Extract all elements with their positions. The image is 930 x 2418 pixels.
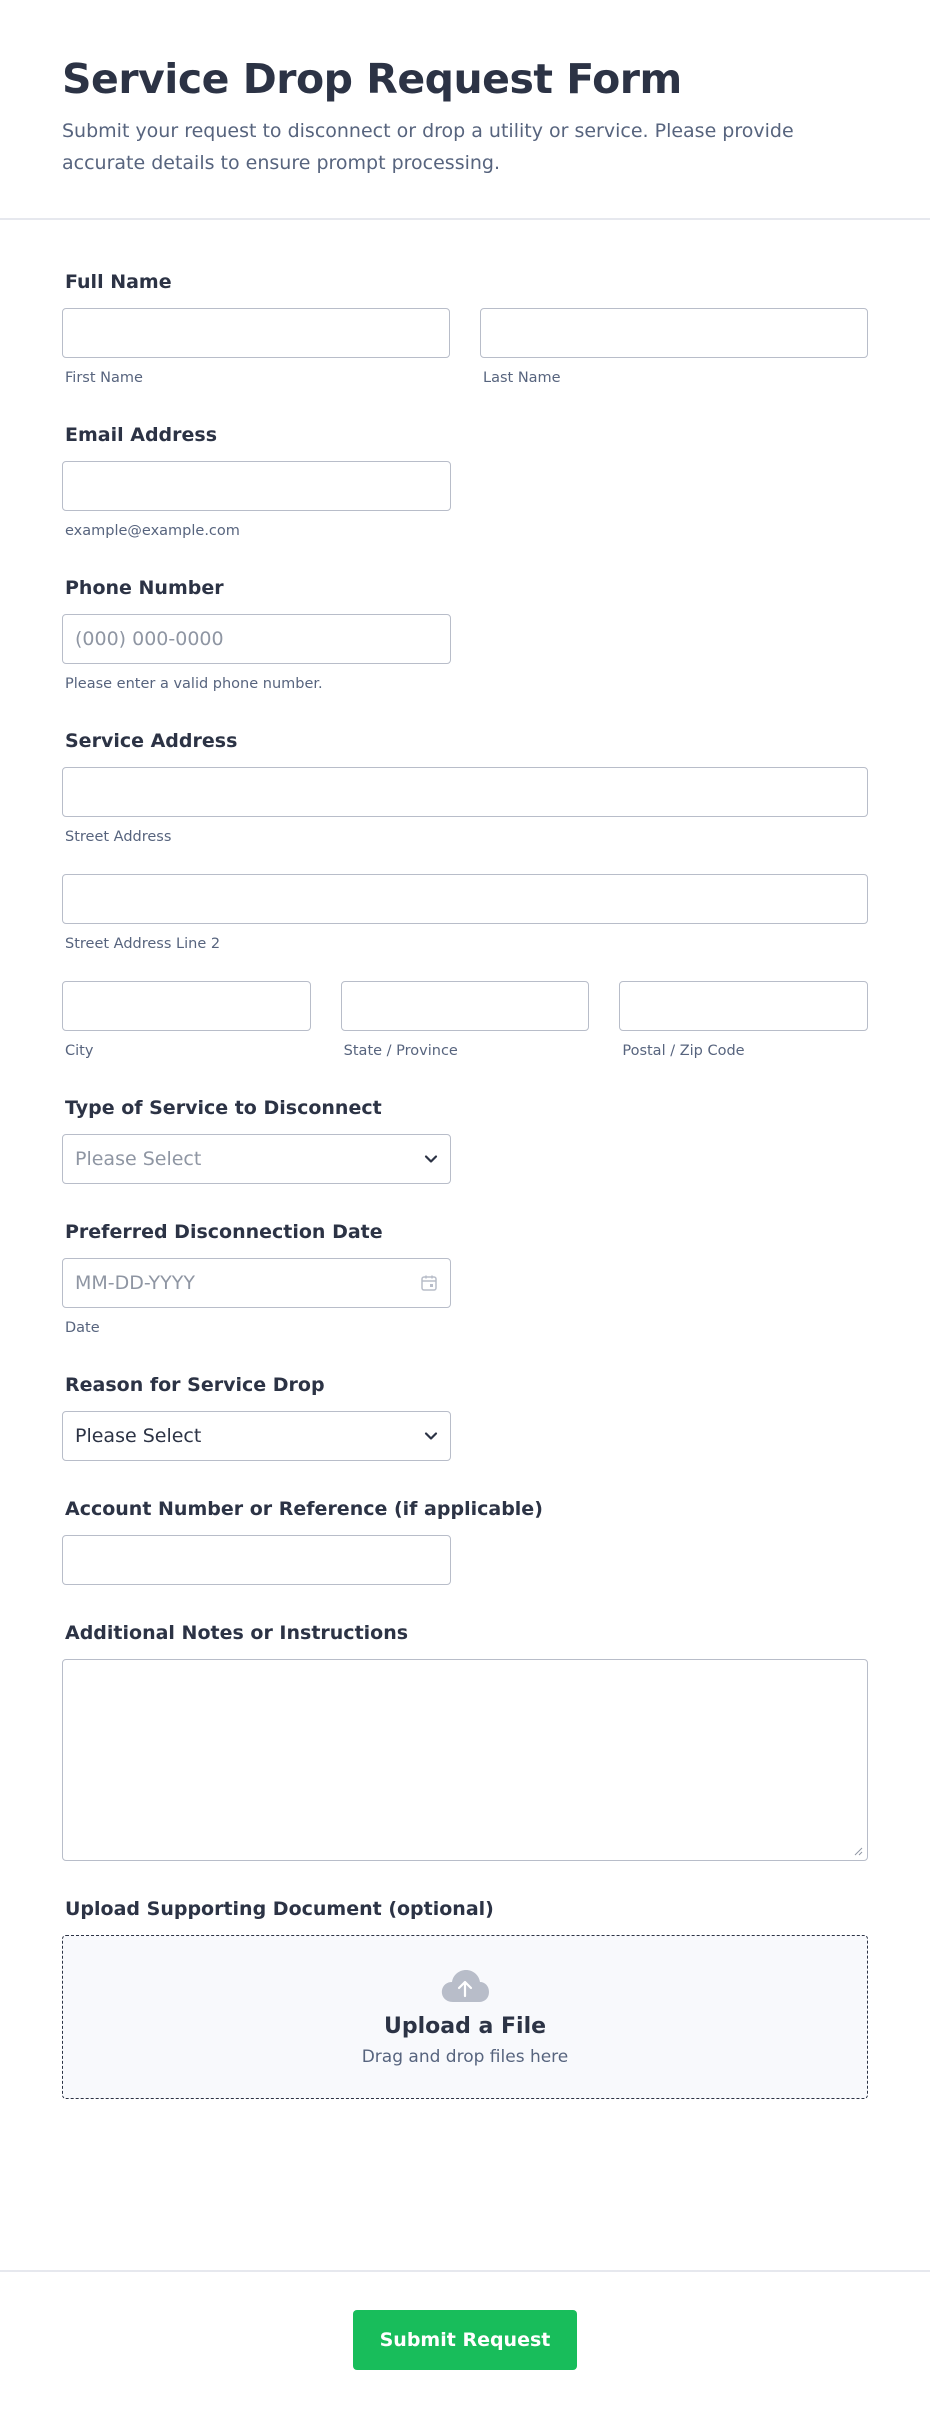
full-name-field: Full Name First Name Last Name bbox=[62, 270, 868, 387]
email-field: Email Address example@example.com bbox=[62, 423, 868, 540]
email-sublabel: example@example.com bbox=[65, 523, 240, 539]
service-type-field: Type of Service to Disconnect Please Sel… bbox=[62, 1096, 868, 1184]
notes-textarea[interactable] bbox=[62, 1659, 868, 1861]
last-name-input[interactable] bbox=[480, 308, 868, 358]
phone-input[interactable]: (000) 000-0000 bbox=[62, 614, 451, 664]
street-address-line2-sublabel: Street Address Line 2 bbox=[65, 936, 221, 952]
email-label: Email Address bbox=[65, 424, 218, 446]
page-subtitle: Submit your request to disconnect or dro… bbox=[62, 120, 794, 175]
form-body: Full Name First Name Last Name Email Add… bbox=[0, 220, 930, 2099]
form-footer: Submit Request bbox=[0, 2270, 930, 2418]
address-label: Service Address bbox=[65, 730, 238, 752]
city-input[interactable] bbox=[62, 981, 311, 1031]
submit-button[interactable]: Submit Request bbox=[353, 2310, 577, 2370]
date-sublabel: Date bbox=[65, 1320, 100, 1336]
state-input[interactable] bbox=[340, 981, 590, 1031]
phone-sublabel: Please enter a valid phone number. bbox=[65, 676, 323, 692]
street-address-line2-input[interactable] bbox=[62, 874, 868, 924]
city-sublabel: City bbox=[65, 1043, 94, 1059]
chevron-down-icon bbox=[424, 1155, 438, 1163]
account-label: Account Number or Reference (if applicab… bbox=[65, 1498, 543, 1520]
account-field: Account Number or Reference (if applicab… bbox=[62, 1497, 868, 1585]
street-address-sublabel: Street Address bbox=[65, 829, 172, 845]
upload-label: Upload Supporting Document (optional) bbox=[65, 1898, 494, 1920]
file-upload-dropzone[interactable]: Upload a File Drag and drop files here bbox=[62, 1935, 868, 2099]
resize-handle-icon[interactable] bbox=[853, 1846, 863, 1856]
service-type-label: Type of Service to Disconnect bbox=[65, 1097, 382, 1119]
address-field: Service Address Street Address Street Ad… bbox=[62, 729, 869, 1060]
date-field: Preferred Disconnection Date MM-DD-YYYY … bbox=[62, 1220, 868, 1337]
first-name-sublabel: First Name bbox=[65, 370, 143, 386]
form-header: Service Drop Request Form Submit your re… bbox=[0, 0, 930, 220]
notes-label: Additional Notes or Instructions bbox=[65, 1622, 409, 1644]
page-title: Service Drop Request Form bbox=[62, 55, 682, 103]
upload-field: Upload Supporting Document (optional) Up… bbox=[62, 1897, 868, 2099]
date-label: Preferred Disconnection Date bbox=[65, 1221, 383, 1243]
city-col: City bbox=[62, 981, 311, 1060]
cloud-upload-icon bbox=[441, 1969, 489, 2002]
form-page: Service Drop Request Form Submit your re… bbox=[0, 0, 930, 2418]
reason-label: Reason for Service Drop bbox=[65, 1374, 325, 1396]
full-name-label: Full Name bbox=[65, 271, 172, 293]
reason-field: Reason for Service Drop Please Select bbox=[62, 1373, 868, 1461]
calendar-icon[interactable] bbox=[420, 1274, 438, 1292]
full-name-row: First Name Last Name bbox=[62, 308, 868, 387]
notes-field: Additional Notes or Instructions bbox=[62, 1621, 868, 1861]
zip-sublabel: Postal / Zip Code bbox=[622, 1043, 745, 1059]
service-type-select[interactable]: Please Select bbox=[62, 1134, 451, 1184]
chevron-down-icon bbox=[424, 1432, 438, 1440]
last-name-col: Last Name bbox=[480, 308, 868, 387]
first-name-col: First Name bbox=[62, 308, 450, 387]
reason-value: Please Select bbox=[75, 1425, 202, 1447]
state-sublabel: State / Province bbox=[343, 1043, 458, 1059]
phone-placeholder: (000) 000-0000 bbox=[75, 628, 224, 650]
last-name-sublabel: Last Name bbox=[483, 370, 561, 386]
street-address-input[interactable] bbox=[62, 767, 868, 817]
first-name-input[interactable] bbox=[62, 308, 450, 358]
zip-input[interactable] bbox=[619, 981, 869, 1031]
state-col: State / Province bbox=[340, 981, 590, 1060]
upload-subtitle: Drag and drop files here bbox=[361, 2046, 569, 2067]
service-type-placeholder: Please Select bbox=[75, 1148, 202, 1170]
upload-title: Upload a File bbox=[383, 2013, 547, 2039]
reason-select[interactable]: Please Select bbox=[62, 1411, 451, 1461]
date-placeholder: MM-DD-YYYY bbox=[75, 1272, 195, 1294]
email-input[interactable] bbox=[62, 461, 451, 511]
city-state-zip-row: City State / Province Postal / Zip Code bbox=[62, 981, 869, 1060]
phone-field: Phone Number (000) 000-0000 Please enter… bbox=[62, 576, 868, 693]
date-input[interactable]: MM-DD-YYYY bbox=[62, 1258, 451, 1308]
phone-label: Phone Number bbox=[65, 577, 224, 599]
account-input[interactable] bbox=[62, 1535, 451, 1585]
zip-col: Postal / Zip Code bbox=[619, 981, 869, 1060]
